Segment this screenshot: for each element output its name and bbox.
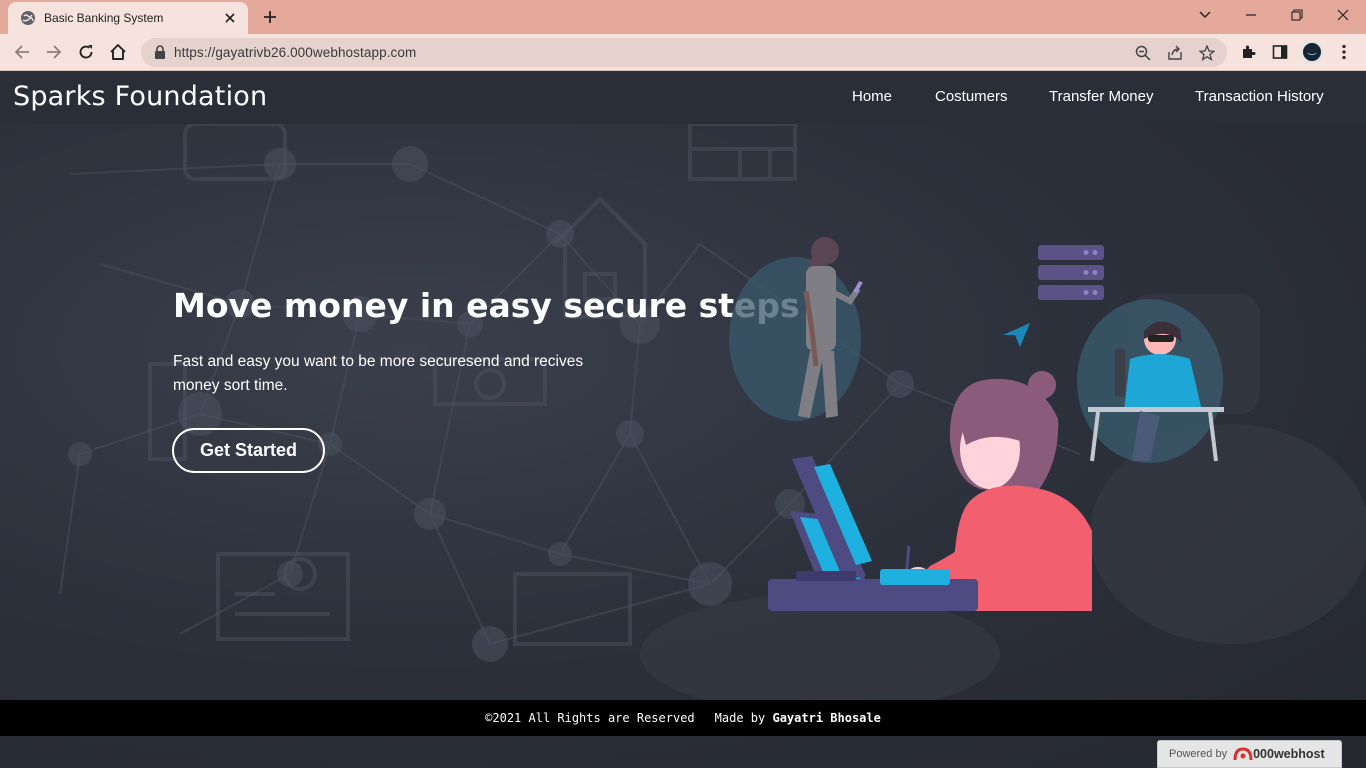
- woman-with-phone-figure: [729, 237, 863, 421]
- made-by-label: Made by: [714, 711, 766, 725]
- nav-link-costumers[interactable]: Costumers: [935, 88, 1008, 105]
- man-at-desk-figure: [1077, 299, 1224, 463]
- web-page: Sparks Foundation Home Costumers Transfe…: [0, 71, 1366, 768]
- share-icon[interactable]: [1165, 43, 1185, 63]
- host-logo-icon: [1233, 747, 1253, 761]
- nav-link-transaction-history[interactable]: Transaction History: [1195, 88, 1324, 105]
- new-tab-icon[interactable]: [258, 6, 282, 28]
- side-panel-icon[interactable]: [1268, 40, 1292, 64]
- home-icon[interactable]: [106, 40, 130, 64]
- lock-icon: [155, 45, 165, 59]
- host-logo: 000webhost: [1233, 746, 1325, 762]
- close-window-icon[interactable]: [1320, 0, 1366, 30]
- author-name: Gayatri Bhosale: [772, 711, 881, 725]
- nav-link-transfer-money[interactable]: Transfer Money: [1049, 88, 1153, 105]
- menu-kebab-icon[interactable]: [1332, 40, 1356, 64]
- nav-link-home[interactable]: Home: [852, 88, 892, 105]
- minimize-icon[interactable]: [1228, 0, 1274, 30]
- back-icon[interactable]: [10, 40, 34, 64]
- banking-hero-illustration: [729, 237, 1224, 611]
- tab-search-icon[interactable]: [1182, 0, 1228, 30]
- restore-icon[interactable]: [1274, 0, 1320, 30]
- extensions-icon[interactable]: [1236, 40, 1260, 64]
- brand-logo-text[interactable]: Sparks Foundation: [13, 81, 267, 112]
- close-tab-icon[interactable]: [222, 10, 238, 26]
- zoom-icon[interactable]: [1133, 43, 1153, 63]
- hero-title: Move money in easy secure steps: [173, 286, 800, 325]
- reload-icon[interactable]: [74, 40, 98, 64]
- host-brand-text: 000webhost: [1253, 747, 1325, 761]
- browser-tab[interactable]: Basic Banking System: [8, 2, 248, 34]
- copyright-text: ©2021 All Rights are Reserved: [485, 711, 695, 725]
- globe-icon: [20, 10, 36, 26]
- browser-tab-strip: Basic Banking System: [0, 0, 1366, 34]
- site-navbar: Sparks Foundation Home Costumers Transfe…: [0, 71, 1366, 124]
- browser-toolbar: https://gayatrivb26.000webhostapp.com: [0, 34, 1366, 71]
- forward-icon[interactable]: [42, 40, 66, 64]
- paper-plane-icon: [1003, 323, 1030, 347]
- site-footer: ©2021 All Rights are Reserved Made by Ga…: [0, 700, 1366, 736]
- hero-description: Fast and easy you want to be more secure…: [173, 353, 584, 394]
- tab-title: Basic Banking System: [44, 11, 164, 25]
- address-bar[interactable]: https://gayatrivb26.000webhostapp.com: [141, 38, 1227, 67]
- profile-avatar[interactable]: [1301, 41, 1323, 63]
- powered-by-label: Powered by: [1169, 748, 1228, 760]
- hosting-badge[interactable]: Powered by 000webhost: [1157, 740, 1342, 768]
- get-started-button[interactable]: Get Started: [172, 428, 325, 473]
- url-text: https://gayatrivb26.000webhostapp.com: [174, 45, 417, 60]
- bookmark-star-icon[interactable]: [1197, 43, 1217, 63]
- server-stack-icon: [1038, 245, 1104, 300]
